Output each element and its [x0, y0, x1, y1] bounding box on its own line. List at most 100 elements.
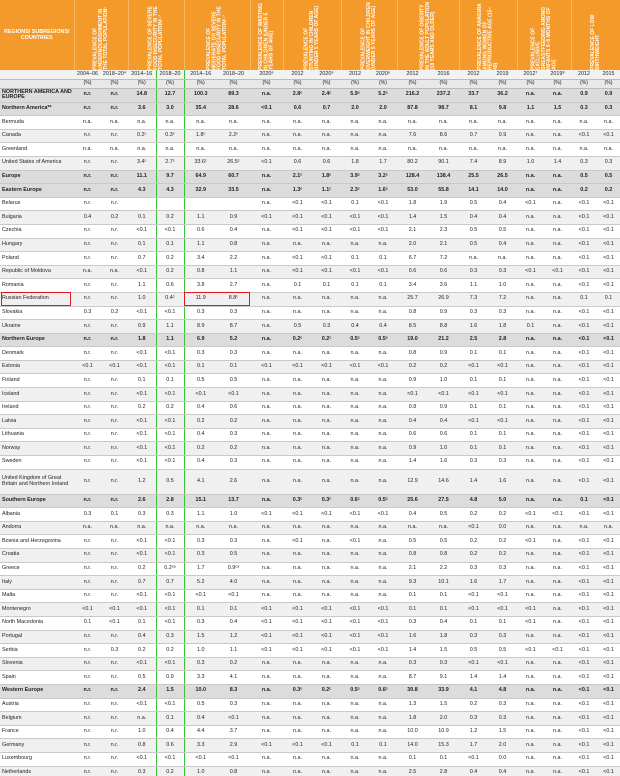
cell-value: <0.1 — [597, 698, 620, 713]
row-label: Russian Federation — [0, 292, 74, 307]
cell-value: 2.1 — [428, 238, 459, 253]
cell-value: 0.9ᶜᵃ — [217, 562, 250, 577]
cell-value: n.a. — [250, 387, 283, 402]
cell-value: <0.1 — [597, 238, 620, 253]
cell-value: 87.8 — [397, 102, 428, 117]
cell-value: 8.7 — [397, 670, 428, 685]
cell-value — [155, 197, 185, 212]
cell-value: n.a. — [283, 548, 312, 563]
cell-value: n.a. — [517, 346, 544, 361]
cell-value: 0.6ᶜ — [369, 684, 397, 699]
unit-header: (%) — [217, 79, 250, 89]
cell-value: n.r. — [74, 333, 101, 348]
cell-value: n.r. — [74, 129, 101, 144]
group-header-4: PREVALENCE OF STUNTING IN CHILDREN (UNDE… — [283, 0, 342, 70]
cell-value: 0.3 — [217, 455, 250, 470]
cell-value: <0.1 — [341, 360, 369, 375]
cell-value: n.r. — [74, 292, 101, 307]
cell-value: 0.1 — [428, 602, 459, 617]
cell-value: 0.6 — [283, 156, 312, 171]
cell-value: 0.1 — [571, 494, 597, 509]
cell-value: <0.1 — [597, 684, 620, 699]
cell-value: <0.1 — [544, 643, 571, 658]
cell-value: n.a. — [428, 142, 459, 157]
cell-value: n.a. — [250, 562, 283, 577]
cell-value: 0.2ᶜᵃ — [155, 562, 185, 577]
unit-header: (%) — [341, 79, 369, 89]
cell-value: n.r. — [101, 88, 128, 103]
cell-value: 1.3ᶜ — [283, 183, 312, 198]
cell-value: 3.9ᶜ — [341, 170, 369, 185]
table-row: Malta n.r. n.r. <0.1 <0.1 <0.1 <0.1 n.a. n.a. n.a… — [0, 589, 620, 604]
cell-value: 0.1 — [283, 278, 312, 293]
cell-value: n.a. — [341, 725, 369, 740]
group-header-2: PREVALENCE OF MODERATE OR SEVERE FOOD IN… — [184, 0, 251, 70]
cell-value: <0.1 — [571, 630, 597, 645]
cell-value: 2.5 — [459, 333, 488, 348]
cell-value: 2.6 — [217, 469, 250, 495]
cell-value: 0.9 — [128, 319, 156, 334]
cell-value: 0.1 — [312, 278, 341, 293]
cell-value: <0.1 — [155, 616, 185, 631]
cell-value: n.a. — [250, 657, 283, 672]
cell-value: n.a. — [517, 115, 544, 130]
cell-value: 1.5 — [184, 630, 217, 645]
cell-value: <0.1 — [459, 657, 488, 672]
cell-value: 0.1 — [428, 752, 459, 767]
cell-value: <0.1 — [312, 210, 341, 225]
cell-value: 0.1 — [155, 373, 185, 389]
cell-value: 8.7 — [217, 319, 250, 334]
cell-value: <0.1 — [128, 657, 156, 672]
cell-value: n.a. — [283, 657, 312, 672]
cell-value: <0.1 — [312, 224, 341, 239]
unit-header: (%) — [128, 79, 156, 89]
cell-value: 0.1 — [341, 197, 369, 212]
cell-value: 0.3 — [184, 534, 217, 549]
cell-value: <0.1 — [597, 507, 620, 522]
cell-value: n.a. — [341, 698, 369, 713]
cell-value: <0.1 — [397, 387, 428, 402]
cell-value: 1.8 — [128, 333, 156, 348]
cell-value: n.r. — [74, 657, 101, 672]
cell-value: 1.6 — [397, 630, 428, 645]
cell-value: 3.8 — [184, 278, 217, 293]
cell-value: 0.2 — [155, 766, 185, 776]
cell-value: n.a. — [397, 115, 428, 130]
cell-value: n.a. — [283, 698, 312, 713]
cell-value: <0.1 — [74, 360, 101, 375]
unit-header: (%) — [488, 79, 517, 89]
cell-value: n.a. — [250, 183, 283, 198]
group-header-5: PREVALENCE OF OVERWEIGHT IN CHILDREN (UN… — [341, 0, 398, 70]
cell-value: <0.1 — [312, 251, 341, 266]
cell-value: 0.2 — [459, 507, 488, 522]
cell-value: 33.5 — [217, 183, 250, 198]
year-header: 2018–20 — [155, 70, 185, 80]
cell-value: n.a. — [341, 657, 369, 672]
cell-value: 0.5ᶜ — [341, 684, 369, 699]
cell-value: <0.1 — [312, 197, 341, 212]
cell-value: 0.2 — [488, 548, 517, 563]
cell-value: <0.1 — [283, 534, 312, 549]
cell-value: n.a. — [250, 414, 283, 429]
year-header: 2016 — [428, 70, 459, 80]
cell-value: 0.5 — [217, 373, 250, 389]
cell-value: 13.7 — [217, 494, 250, 509]
cell-value: n.a. — [517, 142, 544, 157]
cell-value: 1.0 — [488, 278, 517, 293]
cell-value: <0.1 — [597, 725, 620, 740]
cell-value: 0.3 — [459, 265, 488, 280]
cell-value: 28.6 — [217, 102, 250, 117]
cell-value: <0.1 — [597, 630, 620, 645]
cell-value: 0.1 — [571, 292, 597, 307]
cell-value: 1.7 — [184, 562, 217, 577]
cell-value: n.a. — [428, 115, 459, 130]
cell-value: <0.1 — [571, 224, 597, 239]
cell-value: <0.1 — [184, 387, 217, 402]
cell-value: 0.1 — [217, 602, 250, 617]
cell-value: <0.1 — [571, 210, 597, 225]
cell-value: <0.1 — [597, 373, 620, 389]
cell-value: <0.1 — [128, 360, 156, 375]
cell-value: 4.1 — [217, 670, 250, 685]
cell-value: n.a. — [544, 441, 571, 457]
cell-value: 3.6 — [128, 102, 156, 117]
